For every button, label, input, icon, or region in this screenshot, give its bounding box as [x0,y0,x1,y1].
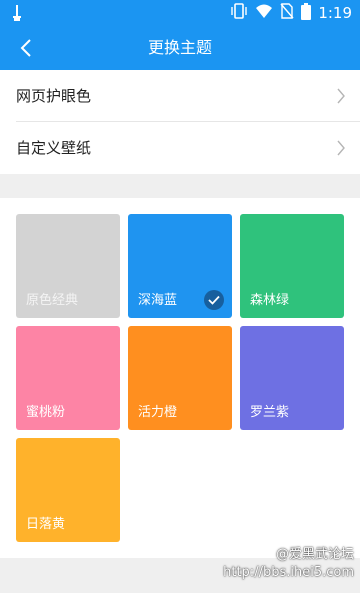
theme-name: 森林绿 [250,293,290,308]
menu-divider [16,121,360,122]
status-time: 1:19 [318,4,352,22]
theme-name: 原色经典 [26,293,79,308]
vibrate-icon [230,3,248,23]
watermark-line1: @爱黑武论坛 [275,547,354,562]
no-sim-icon [280,3,294,23]
theme-name: 活力橙 [138,405,178,420]
watermark: @爱黑武论坛 http://bbs.ihei5.com [223,546,354,582]
chevron-right-icon [337,140,345,156]
section-separator [0,174,360,198]
app-bar: 更换主题 [0,26,360,70]
theme-tile-classic[interactable]: 原色经典 [16,214,120,318]
theme-tile-vibrant-orange[interactable]: 活力橙 [128,326,232,430]
watermark-line2: http://bbs.ihei5.com [223,565,354,580]
page-title: 更换主题 [147,38,212,57]
menu-item-eye-protection[interactable]: 网页护眼色 [0,70,360,122]
status-bar: 1:19 [0,0,360,26]
theme-name: 蜜桃粉 [26,405,66,420]
menu-item-label: 网页护眼色 [16,87,92,105]
theme-grid: 原色经典 深海蓝 森林绿 蜜桃粉 活力橙 罗兰紫 日落黄 [0,198,360,558]
theme-name: 罗兰紫 [250,405,290,420]
battery-icon [301,2,312,24]
menu-item-label: 自定义壁纸 [16,139,92,157]
menu-item-custom-wallpaper[interactable]: 自定义壁纸 [0,122,360,174]
theme-name: 深海蓝 [138,293,178,308]
theme-tile-sunset-yellow[interactable]: 日落黄 [16,438,120,542]
wifi-icon [255,3,273,23]
selected-check-icon [204,290,224,310]
theme-tile-forest-green[interactable]: 森林绿 [240,214,344,318]
theme-name: 日落黄 [26,517,66,532]
usb-icon [10,4,24,22]
theme-tile-deep-sea-blue[interactable]: 深海蓝 [128,214,232,318]
chevron-right-icon [337,88,345,104]
theme-tile-peach-pink[interactable]: 蜜桃粉 [16,326,120,430]
settings-menu: 网页护眼色 自定义壁纸 [0,70,360,174]
theme-tile-roland-purple[interactable]: 罗兰紫 [240,326,344,430]
